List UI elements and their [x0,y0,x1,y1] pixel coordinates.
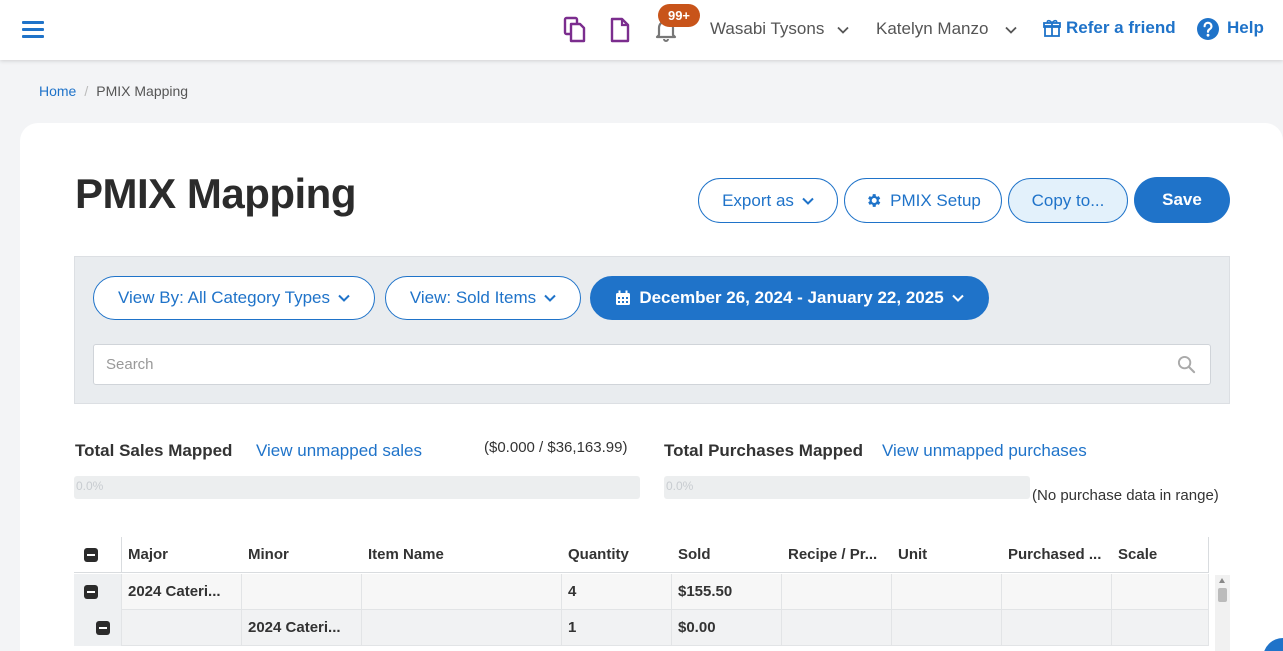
sales-progress-bar: 0.0% [74,476,640,499]
export-as-label: Export as [722,190,794,210]
table-scrollbar[interactable] [1215,575,1230,651]
location-selector[interactable]: Wasabi Tysons [710,19,824,39]
gear-icon [868,194,881,207]
column-header-item-name[interactable]: Item Name [362,537,562,573]
cell-item-name[interactable] [362,574,562,610]
date-range-picker[interactable]: December 26, 2024 - January 22, 2025 [590,276,989,320]
chevron-down-icon [951,294,964,302]
column-header-sold[interactable]: Sold [672,537,782,573]
cell-purchased[interactable] [1002,610,1112,646]
breadcrumb-home[interactable]: Home [39,83,76,99]
help-icon[interactable] [1196,17,1220,41]
copy-to-button[interactable]: Copy to... [1008,178,1128,223]
column-header-unit[interactable]: Unit [892,537,1002,573]
chevron-down-icon[interactable] [1005,24,1017,36]
cell-minor[interactable] [242,574,362,610]
chevron-down-icon [802,197,814,205]
cell-major[interactable]: 2024 Cateri... [122,574,242,610]
mapping-table: Major Minor Item Name Quantity Sold Reci… [74,537,1230,651]
collapse-row-icon[interactable] [84,585,98,599]
column-header-quantity[interactable]: Quantity [562,537,672,573]
table-row: 2024 Cateri... 4 $155.50 [74,574,1209,610]
collapse-all-icon[interactable] [84,548,98,562]
select-all-header [74,537,122,573]
cell-scale[interactable] [1112,574,1209,610]
pmix-setup-button[interactable]: PMIX Setup [844,178,1002,223]
column-header-recipe[interactable]: Recipe / Pr... [782,537,892,573]
cell-quantity: 4 [562,574,672,610]
notification-badge: 99+ [658,4,700,27]
search-box [93,344,1211,385]
date-range-label: December 26, 2024 - January 22, 2025 [639,288,944,307]
chevron-down-icon[interactable] [837,24,849,36]
scroll-up-arrow-icon[interactable] [1219,578,1225,583]
chevron-down-icon [544,294,556,302]
column-header-major[interactable]: Major [122,537,242,573]
view-unmapped-sales-link[interactable]: View unmapped sales [256,441,422,461]
chevron-down-icon [338,294,350,302]
user-selector[interactable]: Katelyn Manzo [876,19,988,39]
document-icon[interactable] [609,16,635,44]
cell-sold: $155.50 [672,574,782,610]
row-toggle-cell [74,610,122,646]
cell-scale[interactable] [1112,610,1209,646]
export-as-button[interactable]: Export as [698,178,838,223]
calendar-icon [616,290,631,305]
cell-unit[interactable] [892,574,1002,610]
cell-recipe[interactable] [782,574,892,610]
purchases-progress-bar: 0.0% [664,476,1030,499]
sales-progress-text: 0.0% [76,479,104,493]
cell-major[interactable] [122,610,242,646]
cell-minor[interactable]: 2024 Cateri... [242,610,362,646]
table-row: 2024 Cateri... 1 $0.00 [74,610,1209,646]
view-by-dropdown[interactable]: View By: All Category Types [93,276,375,320]
page-title: PMIX Mapping [75,170,357,217]
breadcrumb-separator: / [84,83,89,99]
copy-documents-icon[interactable] [563,16,589,44]
collapse-row-icon[interactable] [96,621,110,635]
view-dropdown[interactable]: View: Sold Items [385,276,581,320]
sales-ratio: ($0.000 / $36,163.99) [484,439,628,456]
view-by-label: View By: All Category Types [118,288,330,307]
top-bar: 99+ Wasabi Tysons Katelyn Manzo Refer a … [0,0,1283,60]
row-toggle-cell [74,574,122,610]
column-header-minor[interactable]: Minor [242,537,362,573]
total-purchases-label: Total Purchases Mapped [664,441,864,460]
column-header-purchased[interactable]: Purchased ... [1002,537,1112,573]
breadcrumb-current: PMIX Mapping [96,83,189,99]
cell-recipe[interactable] [782,610,892,646]
pmix-setup-label: PMIX Setup [890,190,981,210]
purchases-note: (No purchase data in range) [1032,487,1219,504]
search-icon[interactable] [1177,355,1196,374]
refer-friend-link[interactable]: Refer a friend [1066,18,1176,38]
view-unmapped-purchases-link[interactable]: View unmapped purchases [882,441,1087,461]
view-label: View: Sold Items [409,288,537,307]
cell-quantity: 1 [562,610,672,646]
menu-icon[interactable] [22,21,44,39]
cell-item-name[interactable] [362,610,562,646]
purchases-progress-text: 0.0% [666,479,694,493]
copy-to-label: Copy to... [1031,190,1105,210]
cell-sold: $0.00 [672,610,782,646]
help-link[interactable]: Help [1227,18,1264,38]
scroll-thumb[interactable] [1218,588,1227,602]
total-sales-label: Total Sales Mapped [75,441,233,460]
cell-purchased[interactable] [1002,574,1112,610]
table-header: Major Minor Item Name Quantity Sold Reci… [74,537,1209,573]
save-button[interactable]: Save [1134,177,1230,223]
cell-unit[interactable] [892,610,1002,646]
gift-icon [1043,19,1061,37]
breadcrumb: Home / PMIX Mapping [39,83,188,99]
search-input[interactable] [94,345,1210,384]
column-header-scale[interactable]: Scale [1112,537,1209,573]
